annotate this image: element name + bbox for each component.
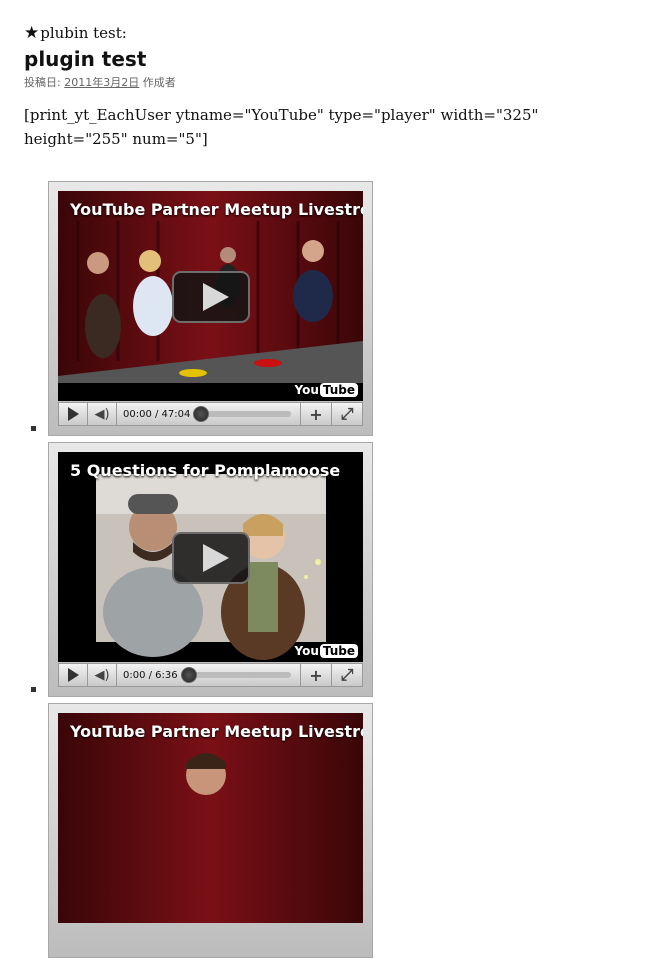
- fullscreen-icon[interactable]: ⤢: [331, 403, 362, 425]
- star-icon: ★: [24, 23, 40, 43]
- volume-icon[interactable]: ◀): [88, 664, 117, 686]
- post-title[interactable]: plugin test: [24, 47, 624, 72]
- video-screen[interactable]: 5 Questions for Pomplamoose You Tube: [58, 452, 363, 662]
- play-overlay-button[interactable]: [172, 532, 250, 584]
- video-title[interactable]: 5 Questions for Pomplamoose: [70, 461, 340, 480]
- play-overlay-button[interactable]: [172, 271, 250, 323]
- play-button[interactable]: [59, 403, 88, 425]
- list-bullet: [31, 426, 36, 431]
- author-label: 作成者: [142, 76, 176, 89]
- player-controls: ◀) 0:00 / 6:36 + ⤢: [58, 663, 363, 687]
- player-controls: ◀) 00:00 / 47:04 + ⤢: [58, 402, 363, 426]
- time-display: 0:00 / 6:36: [123, 669, 178, 681]
- play-button[interactable]: [59, 664, 88, 686]
- volume-icon[interactable]: ◀): [88, 403, 117, 425]
- plus-icon[interactable]: +: [300, 664, 331, 686]
- posted-on-label: 投稿日:: [24, 76, 61, 89]
- list-item: 5 Questions for Pomplamoose You Tube ◀) 0…: [24, 442, 384, 703]
- post-meta: 投稿日: 2011年3月2日 作成者: [24, 75, 624, 91]
- video-thumbnail: [58, 713, 363, 923]
- list-item: YouTube Partner Meetup Livestrea...: [24, 703, 384, 964]
- video-screen[interactable]: YouTube Partner Meetup Livestrea...: [58, 713, 363, 923]
- youtube-logo[interactable]: You Tube: [294, 383, 358, 397]
- seek-bar[interactable]: [193, 406, 291, 422]
- fullscreen-icon[interactable]: ⤢: [331, 664, 362, 686]
- video-screen[interactable]: YouTube Partner Meetup Livestrea... YouT…: [58, 191, 363, 401]
- category-line: ★ plubin test:: [24, 22, 624, 44]
- video-player[interactable]: 5 Questions for Pomplamoose You Tube ◀) 0…: [48, 442, 373, 697]
- seek-knob[interactable]: [193, 406, 209, 422]
- post: ★ plubin test: plugin test 投稿日: 2011年3月2…: [24, 22, 624, 151]
- shortcode-text: [print_yt_EachUser ytname="YouTube" type…: [24, 106, 539, 148]
- list-item: YouTube Partner Meetup Livestrea... YouT…: [24, 181, 384, 442]
- video-player[interactable]: YouTube Partner Meetup Livestrea... YouT…: [48, 181, 373, 436]
- list-bullet: [31, 687, 36, 692]
- post-date-link[interactable]: 2011年3月2日: [64, 76, 139, 89]
- video-list: YouTube Partner Meetup Livestrea... YouT…: [24, 181, 384, 964]
- video-player[interactable]: YouTube Partner Meetup Livestrea...: [48, 703, 373, 958]
- video-title[interactable]: YouTube Partner Meetup Livestrea...: [70, 722, 363, 741]
- time-display: 00:00 / 47:04: [123, 408, 191, 420]
- youtube-logo[interactable]: You Tube: [294, 644, 358, 658]
- plus-icon[interactable]: +: [300, 403, 331, 425]
- video-title[interactable]: YouTube Partner Meetup Livestrea...: [70, 200, 363, 219]
- category-label[interactable]: plubin test:: [40, 24, 127, 42]
- seek-knob[interactable]: [181, 667, 197, 683]
- seek-bar[interactable]: [181, 667, 291, 683]
